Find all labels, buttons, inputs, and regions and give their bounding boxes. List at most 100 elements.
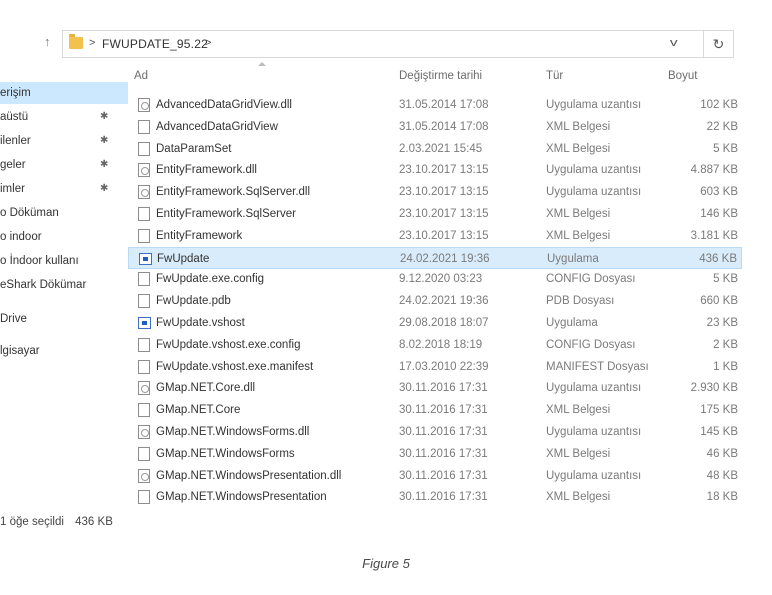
file-type: PDB Dosyası xyxy=(546,295,615,308)
file-row[interactable]: FwUpdate.vshost 29.08.2018 18:07 Uygulama 2… xyxy=(128,312,742,334)
file-size: 660 KB xyxy=(700,295,738,308)
file-row[interactable]: FwUpdate.vshost.exe.config 8.02.2018 18:1… xyxy=(128,334,742,356)
address-bar[interactable]: > FWUPDATE_95.22 > v xyxy=(62,30,704,58)
file-row[interactable]: GMap.NET.WindowsForms 30.11.2016 17:31 XML… xyxy=(128,443,742,465)
file-type: Uygulama uzantısı xyxy=(546,469,642,482)
refresh-button[interactable]: ↻ xyxy=(704,30,734,58)
file-row[interactable]: GMap.NET.WindowsForms.dll 30.11.2016 17:3… xyxy=(128,421,742,443)
file-name: DataParamSet xyxy=(156,142,232,155)
file-name: EntityFramework.SqlServer.dll xyxy=(156,186,311,199)
breadcrumb-folder[interactable]: FWUPDATE_95.22 xyxy=(102,37,208,51)
column-header-type[interactable]: Tür xyxy=(546,70,563,82)
file-row[interactable]: GMap.NET.Core.dll 30.11.2016 17:31 Uygulam… xyxy=(128,377,742,399)
selection-size: 436 KB xyxy=(75,516,113,528)
file-name: GMap.NET.WindowsPresentation.dll xyxy=(156,469,342,482)
sidebar-item-desktop[interactable]: aüstü ✱ xyxy=(0,106,128,128)
file-date: 30.11.2016 17:31 xyxy=(399,426,488,438)
file-type: Uygulama uzantısı xyxy=(546,164,642,177)
dll-file-icon xyxy=(138,163,150,178)
figure-caption: Figure 5 xyxy=(362,556,410,571)
file-row[interactable]: EntityFramework.SqlServer.dll 23.10.2017 … xyxy=(128,181,742,203)
file-row[interactable]: FwUpdate.pdb 24.02.2021 19:36 PDB Dosyası 6… xyxy=(128,290,742,312)
column-header-size[interactable]: Boyut xyxy=(668,70,697,82)
file-row[interactable]: EntityFramework 23.10.2017 13:15 XML Belge… xyxy=(128,225,742,247)
file-size: 4.887 KB xyxy=(690,164,738,177)
file-type: MANIFEST Dosyası xyxy=(546,360,649,373)
file-date: 23.10.2017 13:15 xyxy=(399,186,489,199)
ribbon-tabs-strip xyxy=(0,0,772,22)
file-row[interactable]: AdvancedDataGridView.dll 31.05.2014 17:08… xyxy=(128,94,742,116)
column-header-name[interactable]: Ad xyxy=(134,70,148,82)
sidebar-item-label: o İndoor kullanı xyxy=(0,255,79,267)
sidebar-item-onedrive[interactable]: Drive xyxy=(0,308,128,330)
application-icon xyxy=(138,317,151,329)
file-row[interactable]: FwUpdate.vshost.exe.manifest 17.03.2010 2… xyxy=(128,356,742,378)
file-size: 46 KB xyxy=(706,447,738,460)
breadcrumb-separator[interactable]: > xyxy=(205,37,211,49)
pin-icon: ✱ xyxy=(100,183,109,194)
file-date: 23.10.2017 13:15 xyxy=(399,208,489,220)
file-row[interactable]: AdvancedDataGridView 31.05.2014 17:08 XML … xyxy=(128,116,742,138)
file-row[interactable]: EntityFramework.SqlServer 23.10.2017 13:1… xyxy=(128,203,742,225)
sidebar-item-folder[interactable]: o İndoor kullanı xyxy=(0,250,128,272)
file-date: 30.11.2016 17:31 xyxy=(399,469,488,482)
folder-icon xyxy=(69,34,83,49)
file-date: 2.03.2021 15:45 xyxy=(399,142,483,155)
sidebar-item-folder[interactable]: eShark Dökümar xyxy=(0,274,128,296)
file-row[interactable]: GMap.NET.WindowsPresentation 30.11.2016 1… xyxy=(128,486,742,508)
sidebar-item-label: erişim xyxy=(0,87,31,99)
sidebar-item-label: geler xyxy=(0,159,26,171)
document-icon xyxy=(138,141,150,156)
sidebar-item-label: aüstü xyxy=(0,111,29,123)
file-date: 30.11.2016 17:31 xyxy=(399,404,488,417)
file-type: XML Belgesi xyxy=(546,447,611,460)
up-arrow-icon[interactable]: ↑ xyxy=(44,34,51,49)
file-row[interactable]: EntityFramework.dll 23.10.2017 13:15 Uygul… xyxy=(128,159,742,181)
sidebar-item-documents[interactable]: geler ✱ xyxy=(0,154,128,176)
file-size: 48 KB xyxy=(706,469,738,482)
application-icon xyxy=(139,252,152,265)
file-size: 436 KB xyxy=(699,252,737,265)
sidebar-item-label: lgisayar xyxy=(0,345,40,357)
file-row[interactable]: GMap.NET.Core 30.11.2016 17:31 XML Belgesi… xyxy=(128,399,742,421)
sidebar-item-pictures[interactable]: imler ✱ xyxy=(0,178,128,200)
document-icon xyxy=(138,490,150,505)
file-name: AdvancedDataGridView.dll xyxy=(156,99,292,111)
document-icon xyxy=(138,207,150,221)
file-row[interactable]: DataParamSet 2.03.2021 15:45 XML Belgesi 5 … xyxy=(128,138,742,160)
sidebar-item-folder[interactable]: o Döküman xyxy=(0,202,128,224)
dll-file-icon xyxy=(138,468,150,483)
file-date: 23.10.2017 13:15 xyxy=(399,164,489,177)
column-header-date[interactable]: Değiştirme tarihi xyxy=(399,70,482,82)
file-size: 175 KB xyxy=(700,404,738,417)
sidebar-item-quick-access[interactable]: erişim xyxy=(0,82,128,104)
chevron-down-icon[interactable]: v xyxy=(670,37,678,49)
sidebar-item-label: Drive xyxy=(0,313,27,325)
file-name: GMap.NET.WindowsForms xyxy=(156,447,295,460)
file-row[interactable]: GMap.NET.WindowsPresentation.dll 30.11.20… xyxy=(128,465,742,487)
file-type: Uygulama uzantısı xyxy=(546,426,642,438)
file-name: FwUpdate.vshost.exe.config xyxy=(156,338,301,351)
sidebar-item-label: ilenler xyxy=(0,135,31,147)
file-date: 9.12.2020 03:23 xyxy=(399,273,483,286)
document-icon xyxy=(138,119,150,134)
sidebar-item-folder[interactable]: o indoor xyxy=(0,226,128,248)
sidebar-item-label: o indoor xyxy=(0,231,42,243)
file-name: AdvancedDataGridView xyxy=(156,120,278,133)
file-type: XML Belgesi xyxy=(546,208,611,220)
file-row[interactable]: FwUpdate.exe.config 9.12.2020 03:23 CONFIG… xyxy=(128,268,742,290)
document-icon xyxy=(138,294,150,309)
file-name: FwUpdate.pdb xyxy=(156,295,231,308)
sidebar-item-downloads[interactable]: ilenler ✱ xyxy=(0,130,128,152)
file-name: EntityFramework xyxy=(156,229,243,242)
file-date: 8.02.2018 18:19 xyxy=(399,338,483,351)
file-size: 23 KB xyxy=(706,317,738,329)
file-type: XML Belgesi xyxy=(546,142,611,155)
navigation-bar: ↑ > FWUPDATE_95.22 > v ↻ xyxy=(0,28,772,58)
sidebar-item-this-pc[interactable]: lgisayar xyxy=(0,340,128,362)
file-size: 603 KB xyxy=(700,186,738,199)
file-row[interactable]: FwUpdate 24.02.2021 19:36 Uygulama 436 KB xyxy=(128,246,742,269)
file-size: 2.930 KB xyxy=(690,382,738,395)
sidebar-item-label: o Döküman xyxy=(0,207,59,219)
document-icon xyxy=(138,272,150,287)
